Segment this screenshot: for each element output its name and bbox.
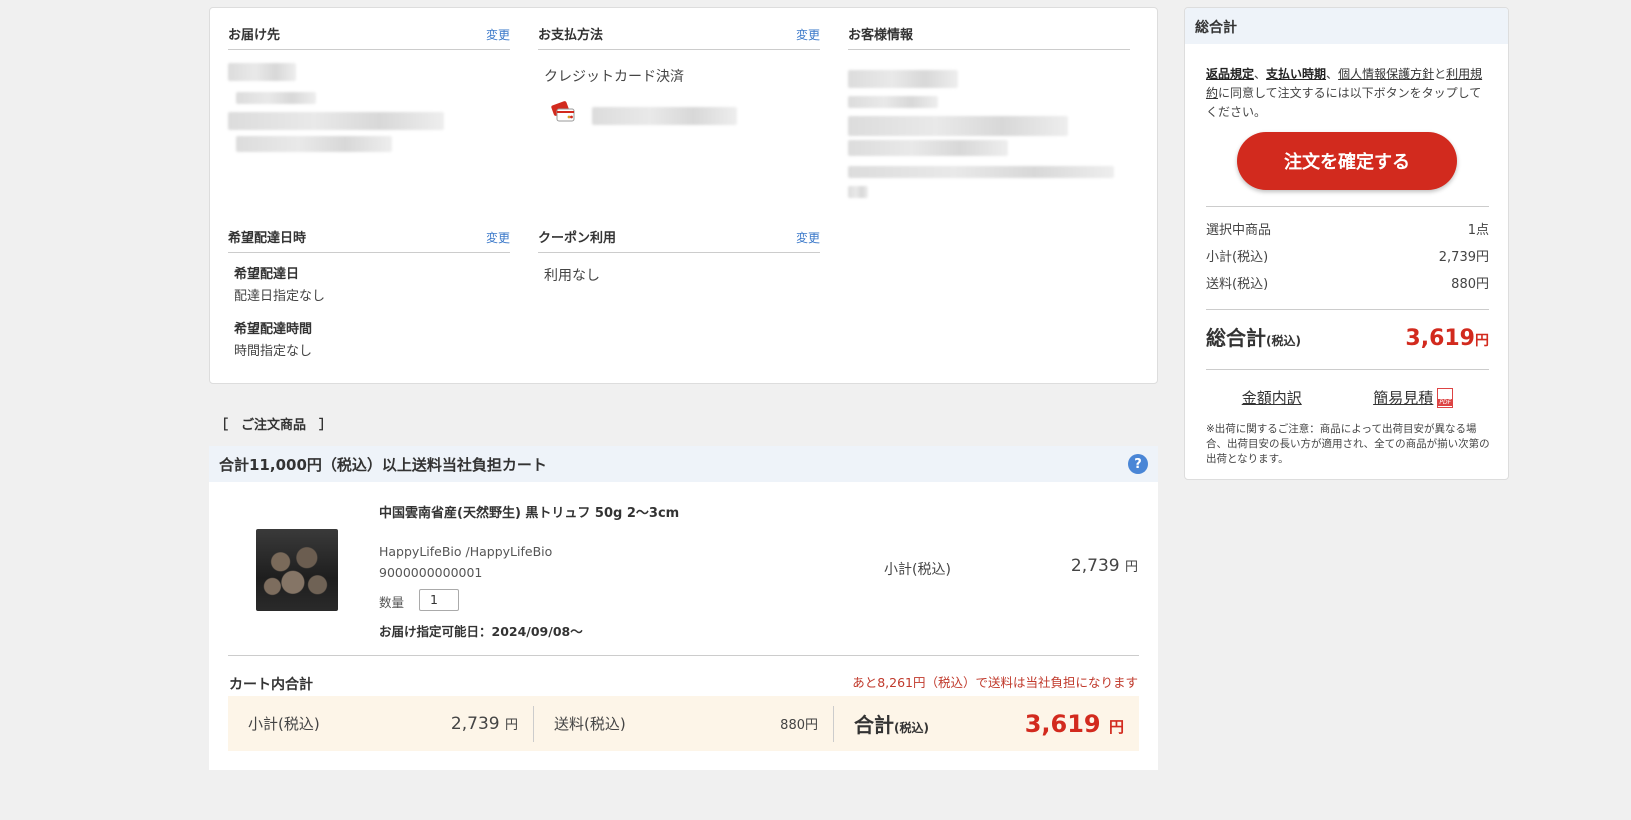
quick-estimate-link[interactable]: 簡易見積: [1373, 387, 1454, 408]
section-title: クーポン利用: [538, 231, 617, 246]
redacted-customer-postal: [848, 96, 938, 108]
section-header: お客様情報: [848, 20, 1130, 50]
redacted-postal: [236, 92, 316, 104]
delivery-address-section: お届け先 変更: [228, 20, 510, 152]
product-subtotal-amount: 2,739 円: [1070, 556, 1138, 576]
grand-total-amount: 3,619円: [1405, 326, 1489, 351]
ordered-items-heading: ［ ご注文商品 ］: [215, 418, 333, 433]
quantity-field[interactable]: 1: [419, 589, 459, 611]
pdf-icon: [1437, 387, 1454, 408]
section-title: お届け先: [228, 28, 281, 43]
agreement-text: 返品規定、支払い時期、個人情報保護方針と利用規約に同意して注文するには以下ボタン…: [1206, 67, 1483, 119]
payment-timing-link[interactable]: 支払い時期: [1266, 67, 1326, 81]
redacted-customer-address2: [848, 140, 1008, 156]
order-summary-panel: 総合計 返品規定、支払い時期、個人情報保護方針と利用規約に同意して注文するには以…: [1184, 7, 1509, 480]
redacted-address-line1: [228, 112, 444, 130]
product-shop: HappyLifeBio /HappyLifeBio: [379, 544, 553, 559]
redacted-customer-address1: [848, 116, 1068, 136]
coupon-section: クーポン利用 変更 利用なし: [538, 223, 820, 284]
section-header: 希望配達日時 変更: [228, 223, 510, 253]
price-breakdown-link[interactable]: 金額内訳: [1242, 387, 1302, 408]
summary-row-shipping: 送料(税込) 880円: [1206, 277, 1489, 292]
delivery-time-label: 希望配達時間: [234, 322, 313, 337]
cart-header: 合計11,000円（税込）以上送料当社負担カート ?: [209, 446, 1158, 482]
divider: [1206, 369, 1489, 370]
summary-row-items: 選択中商品 1点: [1206, 223, 1489, 238]
delivery-date-label: 希望配達日: [234, 267, 300, 282]
summary-row-subtotal: 小計(税込) 2,739円: [1206, 250, 1489, 265]
divider: [1206, 206, 1489, 207]
section-title: 希望配達日時: [228, 231, 307, 246]
section-header: お届け先 変更: [228, 20, 510, 50]
divider: [228, 655, 1139, 656]
change-delivery-link[interactable]: 変更: [486, 26, 510, 43]
cart-shipping: 送料(税込) 880円: [533, 705, 833, 742]
help-icon[interactable]: ?: [1128, 454, 1148, 474]
section-header: お支払方法 変更: [538, 20, 820, 50]
agreement-rest: に同意して注文するには以下ボタンをタップしてください。: [1206, 86, 1482, 119]
payment-section: お支払方法 変更 クレジットカード決済: [538, 20, 820, 125]
product-name[interactable]: 中国雲南省産(天然野生) 黒トリュフ 50g 2〜3cm: [379, 502, 679, 521]
redacted-card-number: [592, 107, 737, 125]
redacted-customer-email: [848, 166, 1114, 178]
customer-info-section: お客様情報: [848, 20, 1130, 198]
change-coupon-link[interactable]: 変更: [796, 229, 820, 246]
grand-total-label: 総合計(税込): [1206, 326, 1301, 350]
section-title: お支払方法: [538, 28, 604, 43]
credit-card-icon: [550, 100, 576, 128]
shipping-note: ※出荷に関するご注意：商品によって出荷目安が異なる場合、出荷目安の長い方が適用さ…: [1206, 423, 1490, 465]
summary-title: 総合計: [1185, 8, 1508, 44]
confirm-order-button[interactable]: 注文を確定する: [1237, 132, 1457, 190]
divider: [1206, 309, 1489, 310]
redacted-customer-name: [848, 70, 958, 88]
return-policy-link[interactable]: 返品規定: [1206, 67, 1254, 81]
delivery-date-value: 配達日指定なし: [234, 289, 326, 304]
change-datetime-link[interactable]: 変更: [486, 229, 510, 246]
payment-method: クレジットカード決済: [544, 69, 684, 85]
cart-panel: 合計11,000円（税込）以上送料当社負担カート ? 中国雲南省産(天然野生) …: [209, 446, 1158, 770]
section-title: お客様情報: [848, 28, 914, 43]
product-image[interactable]: [256, 529, 338, 611]
grand-total-row: 総合計(税込) 3,619円: [1206, 322, 1489, 351]
cart-totals-bar: 小計(税込) 2,739 円 送料(税込) 880円 合計(税込) 3,619 …: [228, 696, 1139, 751]
cart-subtotal: 小計(税込) 2,739 円: [248, 713, 518, 734]
redacted-name: [228, 63, 296, 81]
product-code: 9000000000001: [379, 565, 483, 580]
available-delivery-date: お届け指定可能日：2024/09/08〜: [379, 624, 583, 639]
free-shipping-message: あと8,261円（税込）で送料は当社負担になります: [852, 675, 1138, 690]
quantity-label: 数量: [379, 595, 405, 610]
redacted-address-line2: [236, 136, 392, 152]
cart-grand-total: 合計(税込) 3,619 円: [833, 705, 1139, 742]
coupon-value: 利用なし: [544, 268, 600, 284]
delivery-time-value: 時間指定なし: [234, 344, 313, 359]
order-info-card: お届け先 変更 お支払方法 変更 クレジットカード決済 お客様情報 希望配達日時…: [209, 7, 1158, 384]
privacy-policy-link[interactable]: 個人情報保護方針: [1338, 67, 1434, 81]
change-payment-link[interactable]: 変更: [796, 26, 820, 43]
redacted-customer-extra: [848, 186, 868, 198]
product-subtotal-label: 小計(税込): [884, 562, 951, 578]
cart-title: 合計11,000円（税込）以上送料当社負担カート: [219, 455, 547, 474]
section-header: クーポン利用 変更: [538, 223, 820, 253]
cart-total-title: カート内合計: [229, 677, 313, 693]
delivery-datetime-section: 希望配達日時 変更 希望配達日 配達日指定なし 希望配達時間 時間指定なし: [228, 223, 510, 359]
summary-links: 金額内訳 簡易見積: [1206, 387, 1489, 408]
